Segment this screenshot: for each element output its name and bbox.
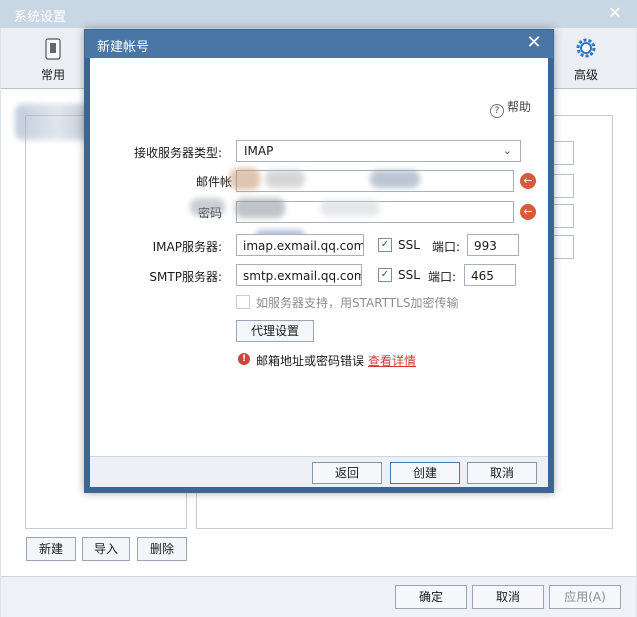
redacted-blur [235, 198, 285, 218]
toolbar-general-button[interactable]: 常用 [23, 36, 83, 84]
clear-left-arrow-icon[interactable]: ← [520, 204, 536, 220]
ok-button[interactable]: 确定 [395, 585, 467, 609]
imap-port-label: 端口: [432, 240, 461, 254]
detail-field[interactable] [552, 204, 574, 228]
detail-field[interactable] [552, 174, 574, 198]
imap-server-label: IMAP服务器: [152, 240, 222, 254]
redacted-blur [230, 168, 260, 190]
smtp-port-label: 端口: [428, 270, 457, 284]
error-exclamation-icon: ! [238, 353, 250, 365]
window-close-icon[interactable]: ✕ [607, 5, 623, 21]
imap-ssl-label: SSL [398, 238, 420, 252]
server-type-select[interactable]: IMAP ⌄ [236, 140, 521, 162]
dialog-body: ?帮助 接收服务器类型: IMAP ⌄ 邮件帐 ← 密码 ← IMAP服务器: … [90, 58, 548, 456]
starttls-checkbox[interactable] [236, 295, 250, 309]
back-button[interactable]: 返回 [312, 462, 382, 484]
error-details-link[interactable]: 查看详情 [368, 352, 416, 369]
window-title: 系统设置 [14, 10, 67, 25]
delete-account-button[interactable]: 删除 [137, 537, 187, 561]
smtp-port-field[interactable]: 465 [464, 264, 516, 286]
dialog-title: 新建帐号 [97, 40, 150, 55]
starttls-label: 如服务器支持，用STARTTLS加密传输 [256, 296, 459, 310]
new-account-dialog: 新建帐号 ✕ ?帮助 接收服务器类型: IMAP ⌄ 邮件帐 ← 密码 ← IM… [84, 29, 554, 493]
gear-icon [576, 38, 596, 58]
smtp-server-label: SMTP服务器: [149, 270, 222, 284]
question-circle-icon: ? [490, 104, 504, 118]
email-label: 邮件帐 [195, 175, 232, 189]
detail-field[interactable] [552, 141, 574, 165]
phone-icon [45, 38, 61, 60]
dialog-cancel-button[interactable]: 取消 [467, 462, 537, 484]
new-account-button[interactable]: 新建 [26, 537, 76, 561]
redacted-blur [190, 198, 225, 216]
import-account-button[interactable]: 导入 [82, 537, 130, 561]
dialog-close-icon[interactable]: ✕ [525, 34, 543, 52]
server-type-label: 接收服务器类型: [133, 146, 222, 160]
proxy-settings-button[interactable]: 代理设置 [236, 320, 314, 342]
imap-ssl-checkbox[interactable]: ✓ [378, 238, 392, 252]
clear-left-arrow-icon[interactable]: ← [520, 173, 536, 189]
redacted-blur [320, 200, 380, 216]
toolbar-advanced-button[interactable]: 高级 [556, 36, 616, 84]
smtp-server-field[interactable]: smtp.exmail.qq.com [236, 264, 362, 286]
settings-footer: 确定 取消 应用(A) [1, 576, 636, 617]
apply-button[interactable]: 应用(A) [549, 585, 621, 609]
redacted-blur [265, 170, 305, 188]
window-titlebar: 系统设置 ✕ [0, 0, 637, 28]
server-type-value: IMAP [244, 144, 274, 158]
dialog-footer: 返回 创建 取消 [90, 456, 548, 488]
detail-field[interactable] [552, 235, 574, 259]
chevron-down-icon: ⌄ [502, 144, 512, 157]
imap-server-field[interactable]: imap.exmail.qq.com [236, 234, 364, 256]
dialog-border [85, 487, 553, 492]
toolbar-advanced-label: 高级 [573, 68, 598, 82]
help-link[interactable]: ? 帮助 [490, 98, 531, 118]
redacted-blur [370, 170, 420, 188]
error-message: 邮箱地址或密码错误 [256, 354, 365, 368]
imap-port-field[interactable]: 993 [467, 234, 519, 256]
dialog-titlebar: 新建帐号 ✕ [85, 30, 553, 58]
cancel-button[interactable]: 取消 [472, 585, 544, 609]
smtp-ssl-checkbox[interactable]: ✓ [378, 268, 392, 282]
create-button[interactable]: 创建 [390, 462, 460, 484]
smtp-ssl-label: SSL [398, 268, 420, 282]
toolbar-general-label: 常用 [40, 68, 65, 82]
help-label: 帮助 [507, 100, 532, 114]
